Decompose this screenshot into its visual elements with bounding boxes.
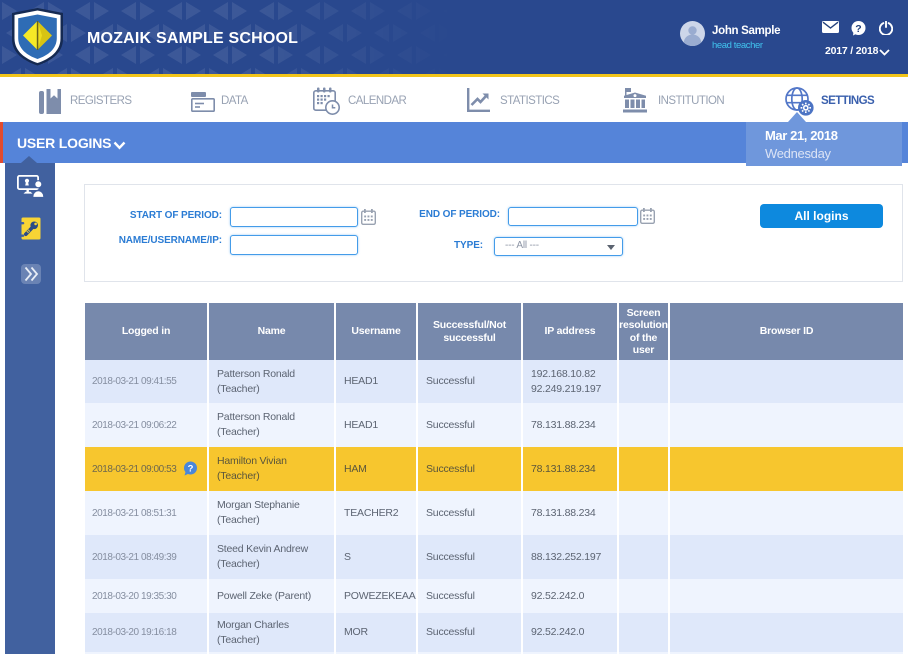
svg-text:?: ? (855, 23, 861, 35)
svg-text:?: ? (188, 464, 194, 475)
